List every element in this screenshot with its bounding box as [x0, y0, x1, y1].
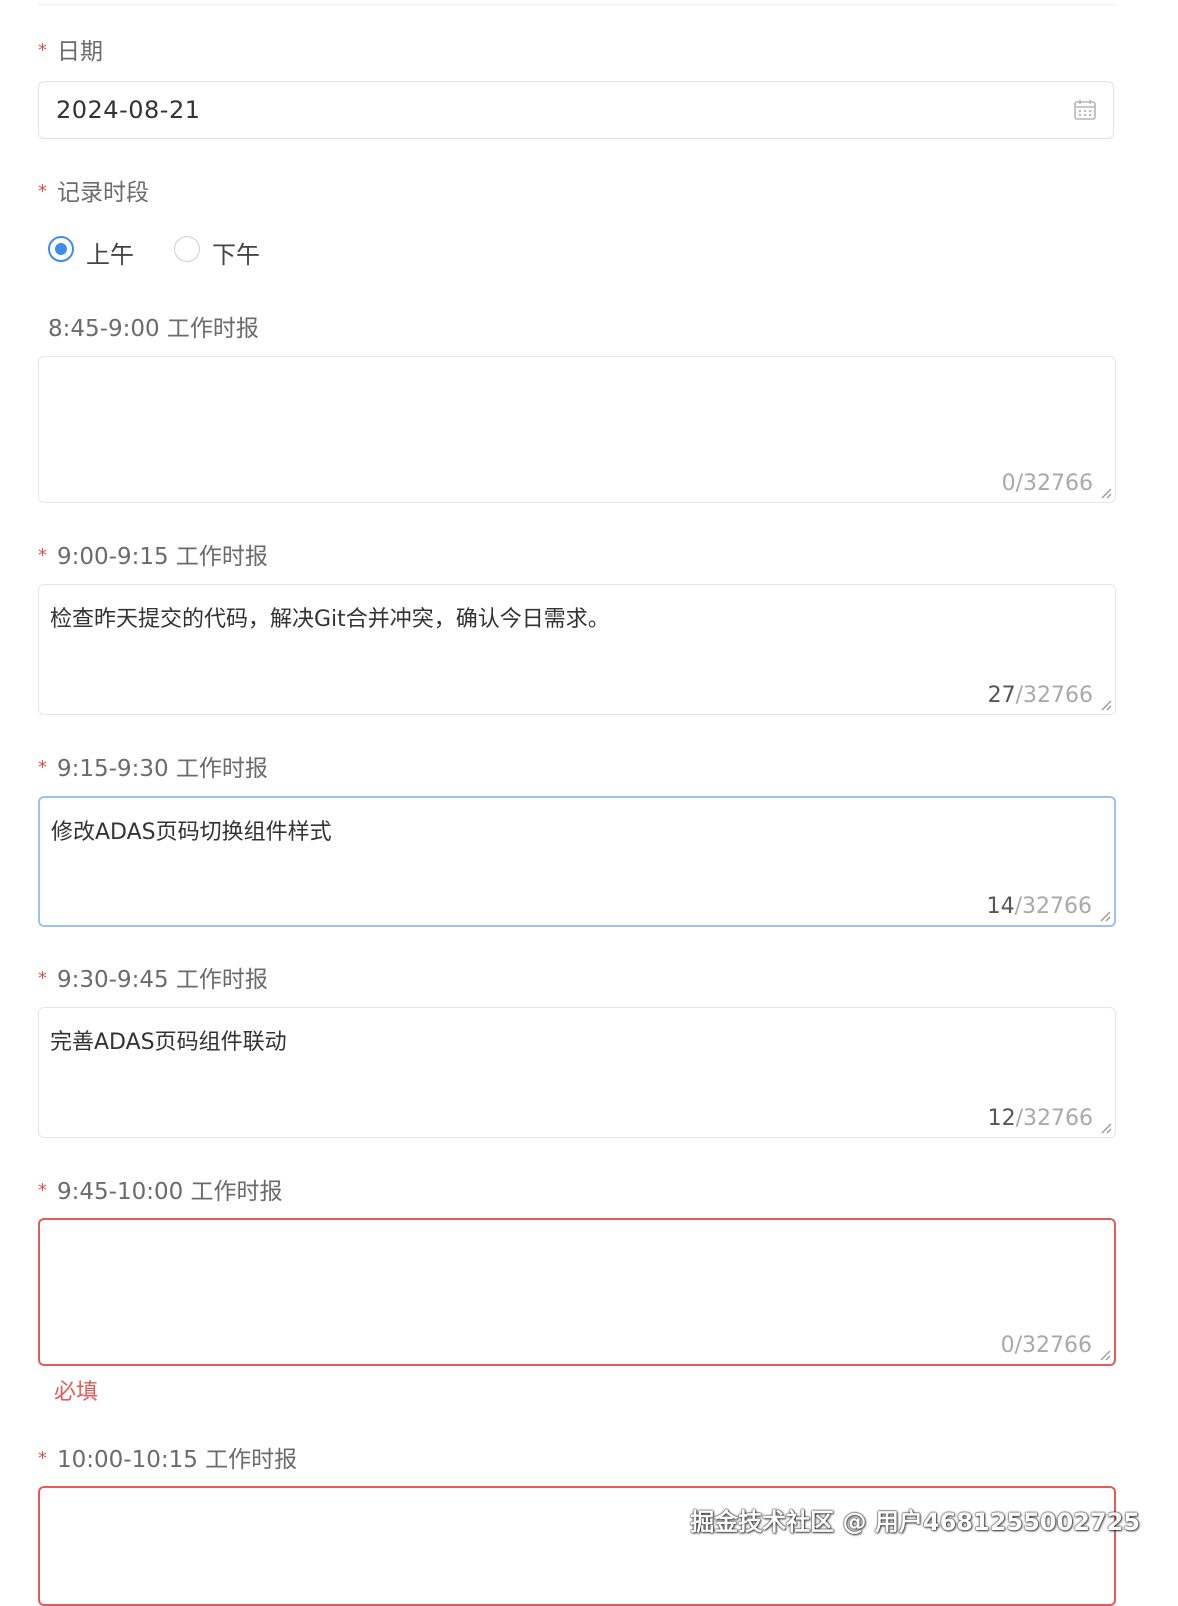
char-count-current: 12: [987, 1106, 1016, 1131]
report-textarea[interactable]: 0/32766: [38, 356, 1116, 503]
required-marker: *: [38, 1179, 47, 1201]
char-counter: 12/32766: [988, 1106, 1093, 1131]
radio-checked-icon[interactable]: [48, 236, 74, 262]
date-label-text: 日期: [57, 39, 103, 65]
char-count-max: /32766: [1014, 1333, 1092, 1358]
report-textarea[interactable]: 检查昨天提交的代码，解决Git合并冲突，确认今日需求。 27/32766: [38, 584, 1116, 715]
char-count-max: /32766: [1015, 1106, 1093, 1131]
date-label: * 日期: [38, 38, 103, 67]
top-divider: [38, 0, 1116, 5]
required-marker: *: [38, 180, 47, 202]
radio-dot: [55, 243, 67, 255]
required-marker: *: [38, 1447, 47, 1469]
resize-handle-icon[interactable]: [1100, 487, 1112, 499]
char-counter: 0/32766: [1002, 471, 1093, 496]
char-count-current: 27: [987, 683, 1016, 708]
radio-afternoon-label[interactable]: 下午: [212, 235, 260, 270]
calendar-icon[interactable]: [1073, 98, 1097, 122]
radio-morning-label[interactable]: 上午: [86, 235, 134, 270]
char-count-current: 0: [1000, 1333, 1015, 1358]
char-count-max: /32766: [1015, 683, 1093, 708]
required-marker: *: [38, 544, 47, 566]
resize-handle-icon[interactable]: [1099, 1349, 1111, 1361]
date-value[interactable]: 2024-08-21: [56, 96, 200, 124]
required-marker: *: [38, 39, 47, 61]
report-label-text: 10:00-10:15 工作时报: [57, 1447, 298, 1473]
required-marker: *: [38, 967, 47, 989]
report-label-text: 9:45-10:00 工作时报: [57, 1179, 283, 1205]
report-label-text: 9:15-9:30 工作时报: [57, 756, 268, 782]
resize-handle-icon[interactable]: [1099, 910, 1111, 922]
report-label: * 9:30-9:45 工作时报: [38, 966, 268, 995]
char-count-current: 0: [1001, 471, 1016, 496]
report-label: * 9:45-10:00 工作时报: [38, 1178, 283, 1207]
char-counter: 27/32766: [988, 683, 1093, 708]
report-label: * 9:15-9:30 工作时报: [38, 755, 268, 784]
required-marker: *: [38, 756, 47, 778]
report-label: * 9:00-9:15 工作时报: [38, 543, 268, 572]
report-label-text: 9:30-9:45 工作时报: [57, 967, 268, 993]
report-label: * 10:00-10:15 工作时报: [38, 1446, 297, 1475]
report-text[interactable]: 检查昨天提交的代码，解决Git合并冲突，确认今日需求。: [50, 601, 610, 633]
date-picker[interactable]: 2024-08-21: [38, 81, 1114, 139]
resize-handle-icon[interactable]: [1100, 1122, 1112, 1134]
report-textarea[interactable]: 修改ADAS页码切换组件样式 14/32766: [38, 796, 1116, 927]
report-text[interactable]: 修改ADAS页码切换组件样式: [51, 814, 332, 846]
report-textarea[interactable]: 完善ADAS页码组件联动 12/32766: [38, 1007, 1116, 1138]
report-label-text: 9:00-9:15 工作时报: [57, 544, 268, 570]
radio-unchecked-icon[interactable]: [174, 236, 200, 262]
char-count-max: /32766: [1014, 894, 1092, 919]
char-counter: 0/32766: [1001, 1333, 1092, 1358]
report-text[interactable]: 完善ADAS页码组件联动: [50, 1024, 287, 1056]
char-count-current: 14: [986, 894, 1015, 919]
period-label-text: 记录时段: [57, 180, 149, 206]
error-message: 必填: [54, 1380, 99, 1405]
watermark: 掘金技术社区 @ 用户4681255002725: [690, 1508, 1140, 1536]
period-label: * 记录时段: [38, 179, 149, 208]
char-count-max: /32766: [1015, 471, 1093, 496]
report-textarea[interactable]: 0/32766: [38, 1218, 1116, 1366]
resize-handle-icon[interactable]: [1100, 699, 1112, 711]
report-label: 8:45-9:00 工作时报: [48, 316, 259, 342]
char-counter: 14/32766: [987, 894, 1092, 919]
